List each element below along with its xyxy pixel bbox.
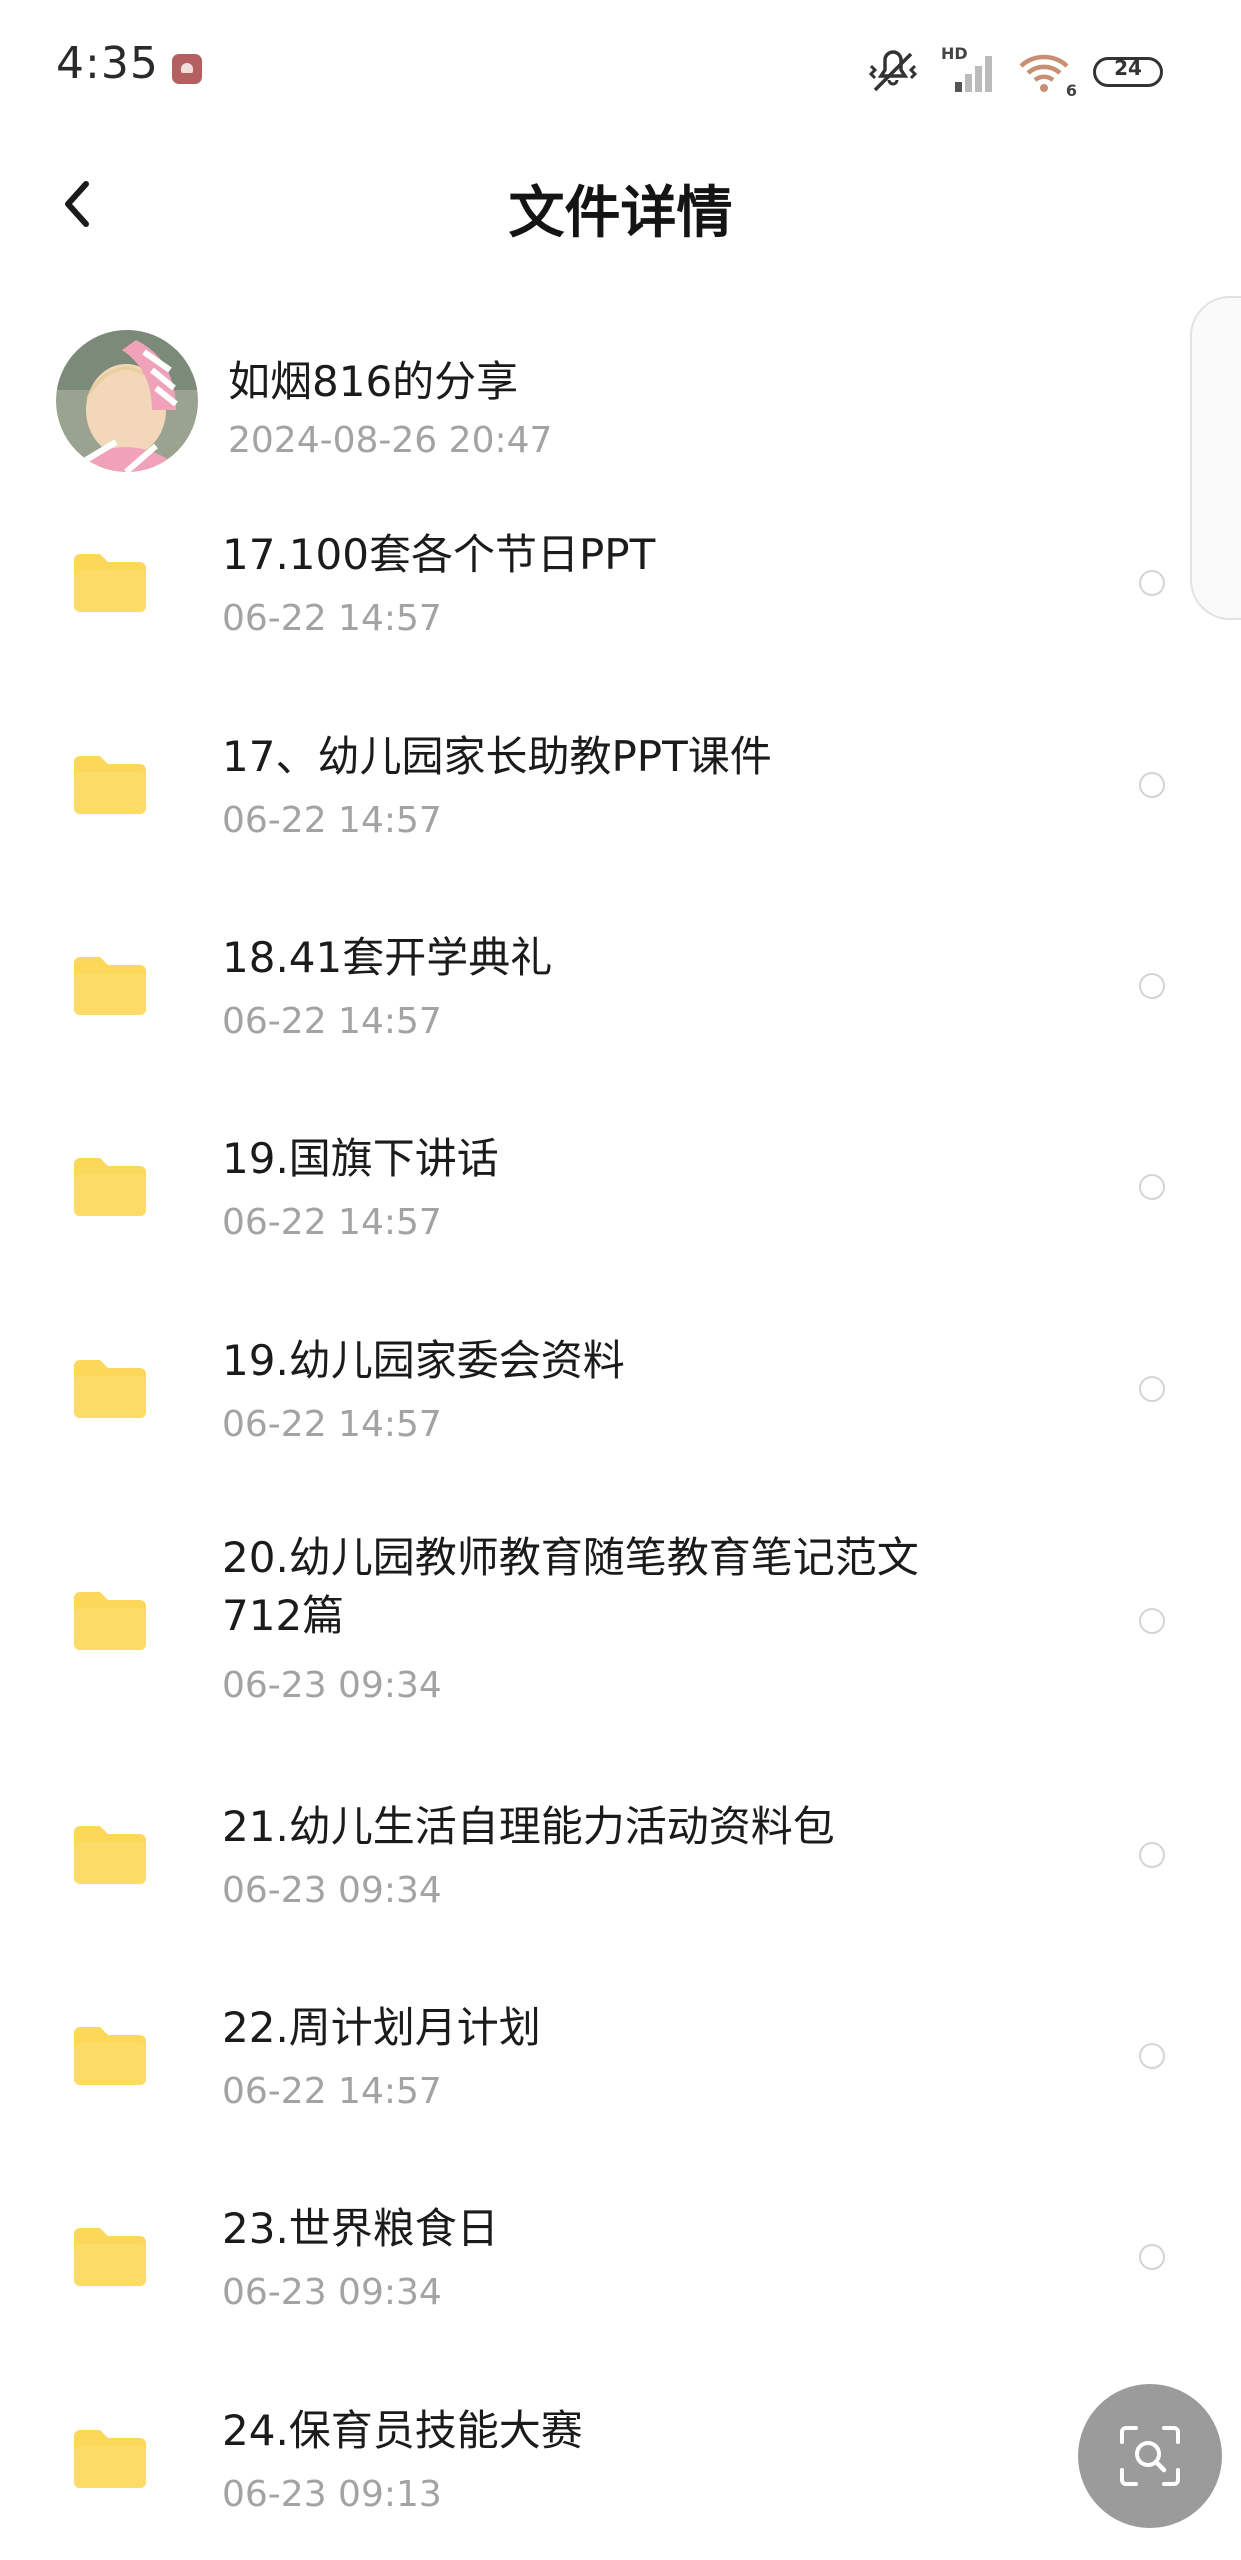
- status-bar: 4:35 HD 6 24: [0, 0, 1241, 140]
- file-date: 06-22 14:57: [222, 800, 442, 841]
- folder-icon: [74, 1826, 146, 1884]
- select-radio[interactable]: [1139, 570, 1165, 596]
- file-name: 22.周计划月计划: [222, 2003, 541, 2052]
- file-name: 19.幼儿园家委会资料: [222, 1336, 625, 1385]
- file-date: 06-23 09:34: [222, 2272, 442, 2313]
- select-radio[interactable]: [1139, 2043, 1165, 2069]
- list-item[interactable]: 23.世界粮食日 06-23 09:34: [0, 2164, 1241, 2364]
- select-radio[interactable]: [1139, 973, 1165, 999]
- list-item[interactable]: 17、幼儿园家长助教PPT课件 06-22 14:57: [0, 692, 1241, 892]
- wifi-icon: 6: [1017, 50, 1077, 100]
- file-date: 06-22 14:57: [222, 598, 442, 639]
- header: 文件详情: [0, 150, 1241, 260]
- list-item[interactable]: 17.100套各个节日PPT 06-22 14:57: [0, 490, 1241, 690]
- status-time: 4:35: [56, 38, 159, 89]
- folder-icon: [74, 957, 146, 1015]
- signal-bars: [955, 56, 992, 92]
- list-item[interactable]: 18.41套开学典礼 06-22 14:57: [0, 893, 1241, 1093]
- select-radio[interactable]: [1139, 1174, 1165, 1200]
- page-title: 文件详情: [508, 181, 733, 246]
- list-item[interactable]: 19.幼儿园家委会资料 06-22 14:57: [0, 1296, 1241, 1496]
- file-name: 17、幼儿园家长助教PPT课件: [222, 732, 772, 781]
- folder-icon: [74, 756, 146, 814]
- list-item[interactable]: 20.幼儿园教师教育随笔教育笔记范文712篇 06-23 09:34: [0, 1497, 1241, 1761]
- scan-search-button[interactable]: [1078, 2384, 1222, 2528]
- list-item[interactable]: 22.周计划月计划 06-22 14:57: [0, 1963, 1241, 2163]
- file-date: 06-22 14:57: [222, 1404, 442, 1445]
- vibrate-off-icon: [868, 50, 918, 92]
- file-name: 19.国旗下讲话: [222, 1134, 499, 1183]
- folder-icon: [74, 554, 146, 612]
- owner-name: 如烟816的分享: [228, 357, 519, 406]
- app-notification-icon: [172, 54, 202, 84]
- list-item[interactable]: 21.幼儿生活自理能力活动资料包 06-23 09:34: [0, 1762, 1241, 1962]
- file-date: 06-23 09:34: [222, 1870, 442, 1911]
- file-date: 06-22 14:57: [222, 1202, 442, 1243]
- file-name: 17.100套各个节日PPT: [222, 530, 656, 579]
- select-radio[interactable]: [1139, 1608, 1165, 1634]
- file-name: 21.幼儿生活自理能力活动资料包: [222, 1802, 835, 1851]
- folder-icon: [74, 2430, 146, 2488]
- share-owner: 如烟816的分享 2024-08-26 20:47: [56, 330, 1116, 472]
- folder-icon: [74, 1360, 146, 1418]
- folder-icon: [74, 2228, 146, 2286]
- folder-icon: [74, 1592, 146, 1650]
- file-date: 06-22 14:57: [222, 1001, 442, 1042]
- file-name: 20.幼儿园教师教育随笔教育笔记范文712篇: [222, 1533, 919, 1640]
- file-name: 23.世界粮食日: [222, 2204, 499, 2253]
- file-name: 24.保育员技能大赛: [222, 2406, 583, 2455]
- scan-search-icon: [1120, 2426, 1180, 2486]
- list-item[interactable]: 19.国旗下讲话 06-22 14:57: [0, 1094, 1241, 1294]
- wifi-arcs: [1019, 54, 1069, 92]
- share-date: 2024-08-26 20:47: [228, 420, 553, 461]
- avatar-image: [56, 330, 198, 472]
- cell-signal-icon: HD: [941, 44, 997, 94]
- battery-icon: 24: [1093, 56, 1163, 87]
- file-name: 18.41套开学典礼: [222, 933, 553, 982]
- file-date: 06-22 14:57: [222, 2071, 442, 2112]
- select-radio[interactable]: [1139, 1376, 1165, 1402]
- wifi-badge: 6: [1065, 81, 1077, 100]
- status-icons: HD 6 24: [865, 42, 1163, 102]
- select-radio[interactable]: [1139, 772, 1165, 798]
- folder-icon: [74, 2027, 146, 2085]
- list-item[interactable]: 24.保育员技能大赛 06-23 09:13: [0, 2366, 1241, 2560]
- file-date: 06-23 09:34: [222, 1665, 442, 1706]
- avatar[interactable]: [56, 330, 198, 472]
- select-radio[interactable]: [1139, 2244, 1165, 2270]
- file-date: 06-23 09:13: [222, 2474, 442, 2515]
- battery-level: 24: [1114, 56, 1142, 80]
- select-radio[interactable]: [1139, 1842, 1165, 1868]
- folder-icon: [74, 1158, 146, 1216]
